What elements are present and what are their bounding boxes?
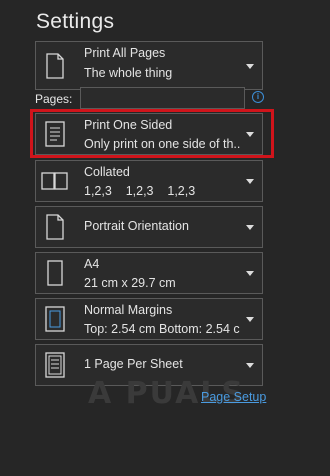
paper-size-description: 21 cm x 29.7 cm bbox=[84, 276, 176, 290]
chevron-down-icon bbox=[246, 271, 254, 276]
orientation-dropdown[interactable]: Portrait Orientation bbox=[35, 206, 263, 248]
chevron-down-icon bbox=[246, 317, 254, 322]
collation-dropdown[interactable]: Collated 1,2,3 1,2,3 1,2,3 bbox=[35, 160, 263, 202]
collation-description: 1,2,3 1,2,3 1,2,3 bbox=[84, 184, 196, 198]
paper-size-label: A4 bbox=[84, 257, 100, 271]
highlight-box bbox=[30, 109, 274, 158]
info-icon[interactable]: i bbox=[252, 91, 264, 103]
chevron-down-icon bbox=[246, 179, 254, 184]
document-icon bbox=[36, 42, 74, 89]
pages-label: Pages: bbox=[35, 92, 73, 106]
settings-title: Settings bbox=[36, 10, 115, 33]
print-range-label: Print All Pages bbox=[84, 46, 166, 60]
print-range-description: The whole thing bbox=[84, 66, 173, 80]
print-range-dropdown[interactable]: Print All Pages The whole thing bbox=[35, 41, 263, 90]
page-setup-link[interactable]: Page Setup bbox=[201, 390, 266, 404]
pages-per-sheet-icon bbox=[36, 345, 74, 385]
chevron-down-icon bbox=[246, 63, 254, 69]
chevron-down-icon bbox=[246, 225, 254, 230]
collated-pages-icon bbox=[36, 161, 74, 201]
margins-icon bbox=[36, 299, 74, 339]
portrait-page-icon bbox=[36, 207, 74, 247]
paper-size-icon bbox=[36, 253, 74, 293]
margins-description: Top: 2.54 cm Bottom: 2.54 c... bbox=[84, 322, 240, 336]
chevron-down-icon bbox=[246, 363, 254, 368]
orientation-label: Portrait Orientation bbox=[84, 219, 189, 233]
pages-input[interactable] bbox=[80, 87, 245, 109]
paper-size-dropdown[interactable]: A4 21 cm x 29.7 cm bbox=[35, 252, 263, 294]
pages-per-sheet-label: 1 Page Per Sheet bbox=[84, 357, 183, 371]
collation-label: Collated bbox=[84, 165, 130, 179]
margins-dropdown[interactable]: Normal Margins Top: 2.54 cm Bottom: 2.54… bbox=[35, 298, 263, 340]
margins-label: Normal Margins bbox=[84, 303, 173, 317]
